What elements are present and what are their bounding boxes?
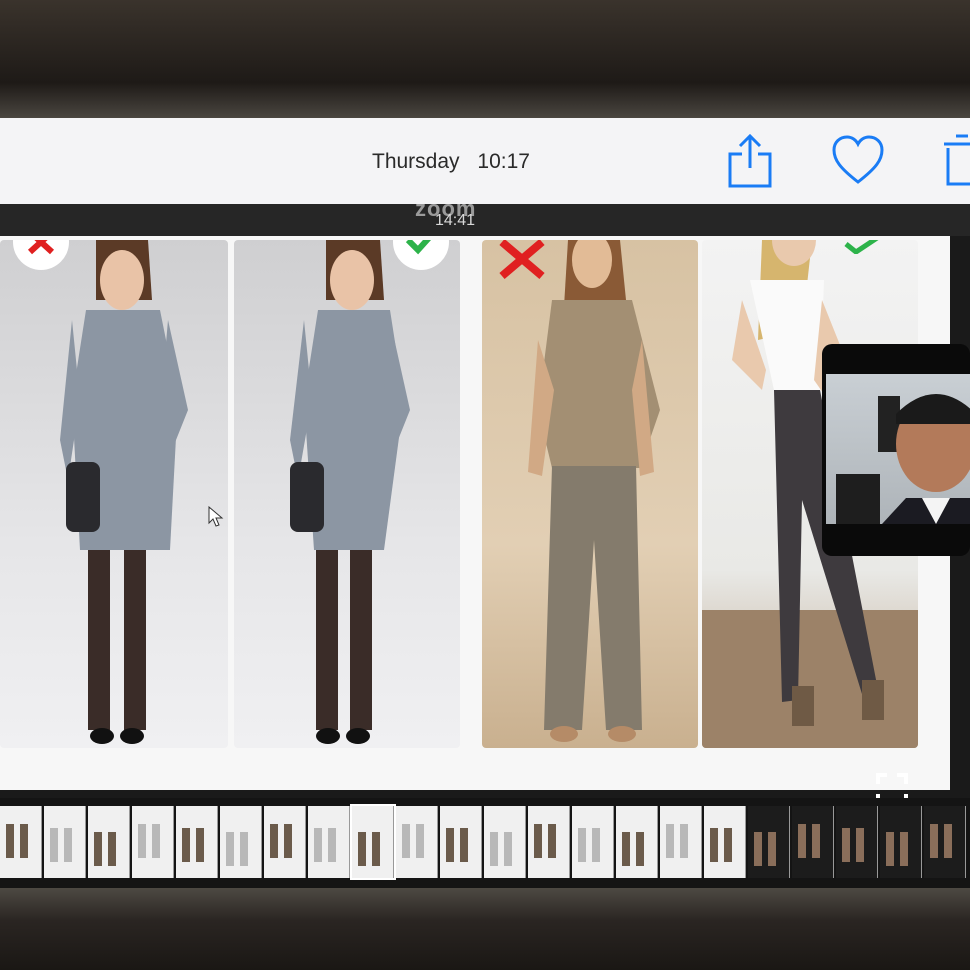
gray-dress-photo xyxy=(0,240,228,748)
thumbnail-figure xyxy=(754,832,762,866)
thumbnail-figure xyxy=(490,832,498,866)
thumbnail-figure xyxy=(328,828,336,862)
thumbnail-figure xyxy=(226,832,234,866)
loose-top-wide-jeans-photo xyxy=(482,240,698,748)
thumbnail-figure xyxy=(50,828,58,862)
filmstrip-thumbnail[interactable] xyxy=(88,806,130,878)
thumbnail-figure xyxy=(138,824,146,858)
filmstrip-thumbnail[interactable] xyxy=(308,806,350,878)
thumbnail-figure xyxy=(592,828,600,862)
heart-icon[interactable] xyxy=(830,130,886,190)
photo-day: Thursday xyxy=(372,150,460,173)
thumbnail-figure xyxy=(314,828,322,862)
filmstrip-thumbnail[interactable] xyxy=(176,806,218,878)
filmstrip-thumbnail[interactable] xyxy=(484,806,526,878)
thumbnail-figure xyxy=(64,828,72,862)
thumbnail-figure xyxy=(284,824,292,858)
zoom-banner: zoom 14:41 xyxy=(0,196,970,236)
thumbnail-figure xyxy=(798,824,806,858)
thumbnail-figure xyxy=(534,824,542,858)
thumbnail-figure xyxy=(152,824,160,858)
thumbnail-figure xyxy=(372,832,380,866)
filmstrip-thumbnail[interactable] xyxy=(264,806,306,878)
thumbnail-figure xyxy=(856,828,864,862)
filmstrip-thumbnail[interactable] xyxy=(748,806,790,878)
trash-icon[interactable] xyxy=(940,130,970,190)
filmstrip-thumbnail[interactable] xyxy=(440,806,482,878)
thumbnail-figure xyxy=(724,828,732,862)
thumbnail-figure xyxy=(886,832,894,866)
filmstrip-thumbnail[interactable] xyxy=(0,806,42,878)
filmstrip-thumbnail[interactable] xyxy=(880,806,922,878)
photo-viewer-screen: Thursday 10:17 zoom 14:41 xyxy=(0,118,970,888)
thumbnail-figure xyxy=(358,832,366,866)
thumbnail-figure xyxy=(504,832,512,866)
viewer-top-bar: Thursday 10:17 xyxy=(0,118,970,204)
photo-date-title: Thursday 10:17 xyxy=(372,150,542,174)
filmstrip-thumbnail[interactable] xyxy=(924,806,966,878)
thumbnail-figure xyxy=(768,832,776,866)
shared-screen-view: zoom 14:41 xyxy=(0,196,970,805)
thumbnail-figure xyxy=(20,824,28,858)
thumbnail-figure xyxy=(196,828,204,862)
share-icon[interactable] xyxy=(722,130,778,190)
thumbnail-figure xyxy=(930,824,938,858)
thumbnail-figure xyxy=(812,824,820,858)
participant-video-tile[interactable] xyxy=(822,344,970,556)
filmstrip-thumbnail[interactable] xyxy=(836,806,878,878)
thumbnail-figure xyxy=(402,824,410,858)
thumbnail-figure xyxy=(240,832,248,866)
presentation-slide xyxy=(0,236,950,790)
thumbnail-figure xyxy=(460,828,468,862)
filmstrip-thumbnail[interactable] xyxy=(616,806,658,878)
filmstrip-thumbnail[interactable] xyxy=(350,804,396,880)
filmstrip-thumbnail[interactable] xyxy=(528,806,570,878)
thumbnail-figure xyxy=(94,832,102,866)
thumbnail-figure xyxy=(710,828,718,862)
filmstrip-thumbnail[interactable] xyxy=(572,806,614,878)
photo-time: 10:17 xyxy=(477,150,530,173)
filmstrip-thumbnail[interactable] xyxy=(704,806,746,878)
thumbnail-figure xyxy=(578,828,586,862)
filmstrip-thumbnail[interactable] xyxy=(660,806,702,878)
cursor-icon xyxy=(208,505,224,533)
thumbnail-figure xyxy=(270,824,278,858)
thumbnail-figure xyxy=(842,828,850,862)
thumbnail-figure xyxy=(108,832,116,866)
thumbnail-figure xyxy=(446,828,454,862)
thumbnail-figure xyxy=(636,832,644,866)
filmstrip-thumbnail[interactable] xyxy=(44,806,86,878)
gray-dress-tailored-photo xyxy=(234,240,460,748)
thumbnail-figure xyxy=(622,832,630,866)
thumbnail-figure xyxy=(944,824,952,858)
device-bezel-bottom xyxy=(0,888,970,970)
participant-video-feed xyxy=(826,374,970,524)
thumbnail-figure xyxy=(548,824,556,858)
device-bezel-top xyxy=(0,0,970,118)
filmstrip-thumbnail[interactable] xyxy=(396,806,438,878)
thumbnail-figure xyxy=(416,824,424,858)
filmstrip-thumbnail[interactable] xyxy=(792,806,834,878)
filmstrip-thumbnail[interactable] xyxy=(220,806,262,878)
thumbnail-figure xyxy=(182,828,190,862)
photo-filmstrip[interactable] xyxy=(0,798,970,888)
filmstrip-thumbnail[interactable] xyxy=(132,806,174,878)
thumbnail-figure xyxy=(900,832,908,866)
meeting-timestamp: 14:41 xyxy=(435,212,476,229)
thumbnail-figure xyxy=(666,824,674,858)
thumbnail-figure xyxy=(6,824,14,858)
thumbnail-figure xyxy=(680,824,688,858)
